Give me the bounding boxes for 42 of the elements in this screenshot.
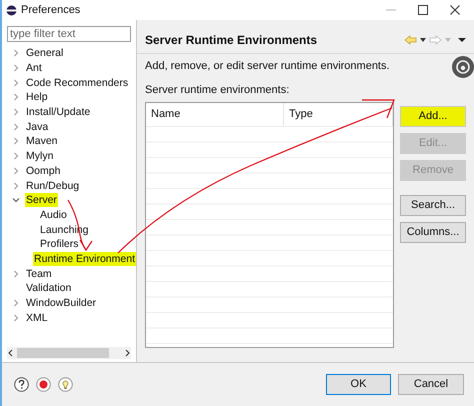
- filter-field[interactable]: type filter text: [7, 26, 131, 42]
- tree-item[interactable]: Runtime Environment: [33, 252, 136, 266]
- dropdown-icon[interactable]: [420, 36, 426, 42]
- record-icon[interactable]: [36, 377, 51, 392]
- tree-item[interactable]: Validation: [25, 281, 72, 296]
- lightbulb-icon[interactable]: [58, 377, 73, 392]
- tree-item[interactable]: General: [25, 46, 64, 60]
- tree-item[interactable]: WindowBuilder: [25, 296, 98, 310]
- tree-item[interactable]: Maven: [25, 134, 59, 148]
- record-overlay-icon[interactable]: [452, 56, 474, 78]
- tree-item[interactable]: Code Recommenders: [25, 76, 130, 90]
- cancel-button[interactable]: Cancel: [398, 374, 464, 395]
- window-title: Preferences: [21, 2, 80, 18]
- chevron-right-icon[interactable]: [12, 270, 20, 278]
- horizontal-scrollbar[interactable]: [7, 347, 131, 359]
- table-label: Server runtime environments:: [145, 82, 290, 98]
- page-description: Add, remove, or edit server runtime environments.: [145, 59, 391, 74]
- close-icon[interactable]: [450, 5, 460, 15]
- tree-item[interactable]: Java: [25, 120, 50, 134]
- tree-item[interactable]: Team: [25, 266, 53, 281]
- scroll-left-icon[interactable]: [7, 349, 15, 357]
- ok-button[interactable]: OK: [326, 374, 391, 395]
- tree-item[interactable]: Profilers: [39, 237, 80, 252]
- tree-item[interactable]: Server: [25, 193, 58, 208]
- side-button[interactable]: Search...: [400, 195, 466, 216]
- tree-item[interactable]: Oomph: [25, 164, 62, 178]
- app-icon: [6, 4, 17, 16]
- scroll-right-icon[interactable]: [123, 349, 131, 357]
- page-title: Server Runtime Environments: [145, 32, 318, 48]
- tree-item[interactable]: Ant: [25, 61, 43, 76]
- side-button[interactable]: Add...: [400, 106, 466, 127]
- tree-item[interactable]: Mylyn: [25, 149, 54, 164]
- view-menu-icon[interactable]: [458, 36, 466, 42]
- help-icon[interactable]: [14, 377, 29, 392]
- tree-item[interactable]: Help: [25, 90, 49, 104]
- side-button[interactable]: Columns...: [400, 222, 466, 243]
- chevron-down-icon[interactable]: [12, 196, 20, 204]
- tree-item[interactable]: Run/Debug: [25, 178, 80, 193]
- tree-item[interactable]: Install/Update: [25, 105, 92, 120]
- tree-item[interactable]: XML: [25, 310, 49, 325]
- tree-item[interactable]: Audio: [39, 208, 68, 222]
- maximize-icon[interactable]: [418, 5, 428, 15]
